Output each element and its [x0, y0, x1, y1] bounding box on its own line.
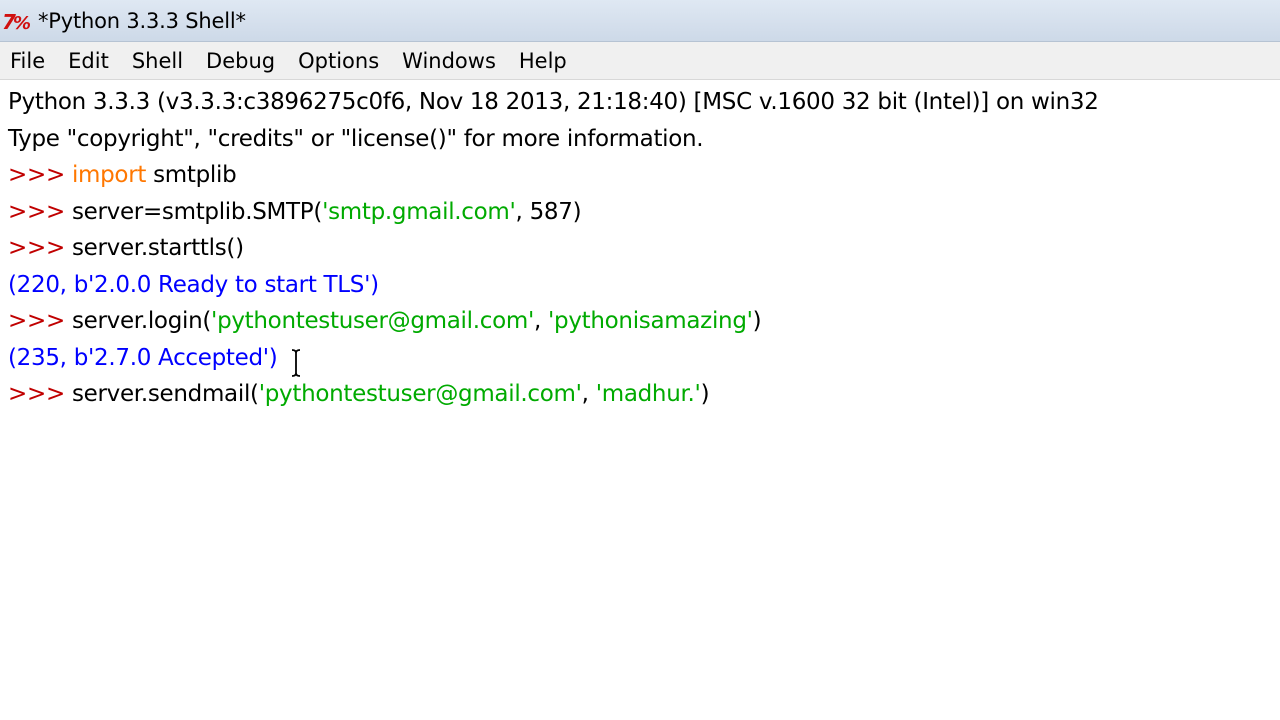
code-text: ,	[534, 308, 549, 334]
string-literal: 'madhur.'	[595, 381, 701, 407]
menu-shell[interactable]: Shell	[122, 49, 194, 73]
shell-prompt: >>>	[8, 162, 72, 188]
menu-file[interactable]: File	[0, 49, 56, 73]
shell-line-sendmail: >>> server.sendmail('pythontestuser@gmai…	[8, 376, 1280, 413]
output-text: (235, b'2.7.0 Accepted')	[8, 344, 278, 371]
code-text: server=smtplib.SMTP(	[71, 198, 323, 225]
code-text: smtplib	[146, 162, 237, 188]
code-text: server.login(	[71, 308, 212, 334]
code-text: ,	[581, 381, 596, 407]
shell-line-starttls: >>> server.starttls()	[8, 230, 1280, 267]
idle-shell-window: 7 % *Python 3.3.3 Shell* File Edit Shell…	[0, 0, 1280, 720]
shell-prompt: >>>	[8, 308, 72, 334]
menu-edit[interactable]: Edit	[58, 49, 120, 73]
shell-prompt: >>>	[8, 381, 72, 407]
i-beam-cursor-icon	[290, 348, 302, 378]
menu-windows[interactable]: Windows	[392, 49, 507, 73]
output-text: (220, b'2.0.0 Ready to start TLS')	[8, 271, 379, 298]
keyword-import: import	[71, 162, 147, 188]
banner-text: Type "copyright", "credits" or "license(…	[8, 125, 704, 152]
svg-text:%: %	[13, 13, 31, 34]
shell-line-login: >>> server.login('pythontestuser@gmail.c…	[8, 303, 1280, 340]
string-literal: 'pythontestuser@gmail.com'	[258, 381, 582, 407]
banner-line-2: Type "copyright", "credits" or "license(…	[8, 121, 1280, 158]
string-literal: 'pythonisamazing'	[548, 308, 753, 334]
window-title: *Python 3.3.3 Shell*	[38, 8, 246, 33]
shell-prompt: >>>	[8, 198, 72, 225]
title-bar[interactable]: 7 % *Python 3.3.3 Shell*	[0, 0, 1280, 42]
shell-line-import: >>> import smtplib	[8, 157, 1280, 194]
banner-line-1: Python 3.3.3 (v3.3.3:c3896275c0f6, Nov 1…	[8, 84, 1280, 121]
code-text: )	[752, 308, 762, 334]
shell-output-starttls: (220, b'2.0.0 Ready to start TLS')	[8, 267, 1280, 304]
code-text: , 587)	[515, 198, 582, 225]
string-literal: 'smtp.gmail.com'	[322, 198, 516, 225]
string-literal: 'pythontestuser@gmail.com'	[211, 308, 534, 334]
banner-text: Python 3.3.3 (v3.3.3:c3896275c0f6, Nov 1…	[8, 89, 1099, 115]
menu-help[interactable]: Help	[509, 49, 578, 73]
menu-options[interactable]: Options	[288, 49, 390, 73]
shell-line-smtp: >>> server=smtplib.SMTP('smtp.gmail.com'…	[8, 194, 1280, 231]
idle-app-icon[interactable]: 7 %	[2, 8, 32, 34]
menu-bar: File Edit Shell Debug Options Windows He…	[0, 42, 1280, 80]
shell-text-area[interactable]: Python 3.3.3 (v3.3.3:c3896275c0f6, Nov 1…	[0, 80, 1280, 720]
code-text: )	[700, 381, 710, 407]
shell-prompt: >>>	[8, 235, 72, 261]
menu-debug[interactable]: Debug	[196, 49, 286, 73]
code-text: server.sendmail(	[71, 381, 259, 407]
code-text: server.starttls()	[71, 235, 244, 261]
shell-output-login: (235, b'2.7.0 Accepted')	[8, 340, 1280, 377]
